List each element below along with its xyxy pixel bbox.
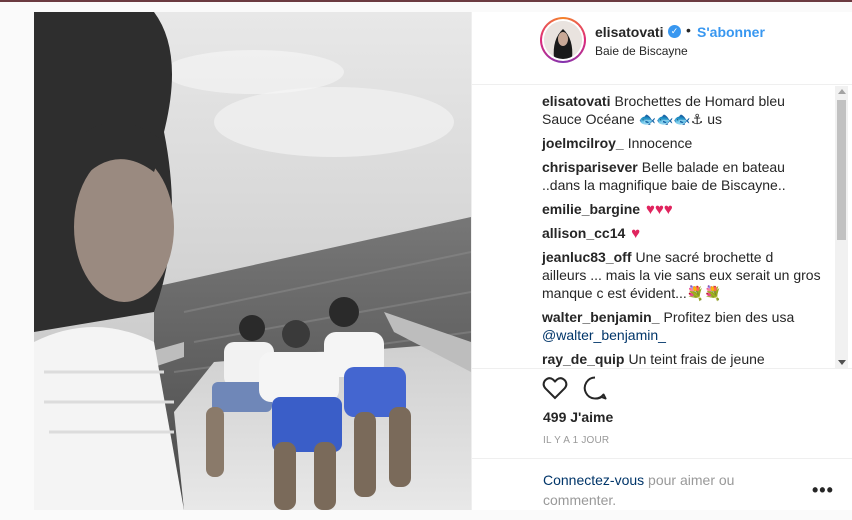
comment-username[interactable]: joelmcilroy_ — [542, 135, 624, 151]
comment-text: Belle balade en bateau — [641, 159, 785, 175]
comment-text: manque c est évident...💐💐 — [542, 285, 722, 301]
post-footer: Connectez-vous pour aimer ou commenter. … — [472, 458, 852, 510]
comment-item: jeanluc83_off Une sacré brochette d aille… — [542, 248, 827, 302]
comment-item: chrisparisever Belle balade en bateau ..d… — [542, 158, 827, 194]
scrollbar-thumb[interactable] — [837, 100, 846, 240]
red-heart-emoji: ♥ — [631, 225, 641, 242]
comment-item: allison_cc14 ♥ — [542, 224, 827, 243]
post-location[interactable]: Baie de Biscayne — [595, 44, 688, 58]
top-border — [0, 0, 852, 2]
comment-item: elisatovati Brochettes de Homard bleu Sau… — [542, 92, 827, 128]
comment-icon[interactable] — [582, 375, 608, 401]
scroll-up-arrow-icon[interactable] — [838, 89, 846, 94]
post-timestamp[interactable]: IL Y A 1 JOUR — [543, 435, 609, 446]
comment-text: ..dans la magnifique baie de Biscayne.. — [542, 177, 786, 193]
login-link[interactable]: Connectez-vous — [543, 472, 644, 488]
post-header: elisatovati ✓ • S'abonner Baie de Biscay… — [472, 12, 852, 85]
comment-mention-link[interactable]: @walter_benjamin_ — [542, 327, 666, 343]
comment-item: joelmcilroy_ Innocence — [542, 134, 827, 152]
comment-text: Brochettes de Homard bleu — [614, 93, 785, 109]
profile-avatar[interactable] — [540, 17, 586, 63]
comment-text: Un teint frais de jeune — [628, 351, 765, 367]
red-heart-emoji: ♥♥♥ — [646, 201, 673, 218]
follow-button[interactable]: S'abonner — [697, 24, 765, 40]
comment-text: ailleurs ... mais la vie sans eux serait… — [542, 267, 821, 283]
separator-dot: • — [686, 22, 691, 38]
comment-item: emilie_bargine ♥♥♥ — [542, 200, 827, 219]
comment-username[interactable]: chrisparisever — [542, 159, 638, 175]
more-options-icon[interactable]: ••• — [812, 481, 834, 499]
comment-username[interactable]: ray_de_quip — [542, 351, 624, 367]
comment-text: Sauce Océane 🐟🐟🐟⚓ us — [542, 111, 723, 127]
post-sidebar: elisatovati ✓ • S'abonner Baie de Biscay… — [471, 12, 852, 510]
post-photo[interactable] — [34, 12, 471, 510]
comment-username[interactable]: walter_benjamin_ — [542, 309, 660, 325]
comment-item: walter_benjamin_ Profitez bien des usa @w… — [542, 308, 827, 344]
comment-text: Innocence — [627, 135, 693, 151]
scroll-down-arrow-icon[interactable] — [838, 360, 846, 365]
heart-icon[interactable] — [542, 375, 568, 401]
post-username[interactable]: elisatovati — [595, 24, 663, 40]
comment-item: ray_de_quip Un teint frais de jeune — [542, 350, 827, 368]
comment-username[interactable]: elisatovati — [542, 93, 610, 109]
login-prompt: Connectez-vous pour aimer ou commenter. — [543, 470, 783, 510]
post-actions: 499 J'aime IL Y A 1 JOUR — [472, 368, 852, 458]
likes-count[interactable]: 499 J'aime — [543, 409, 613, 425]
verified-badge-icon: ✓ — [668, 25, 681, 38]
comment-username[interactable]: emilie_bargine — [542, 201, 640, 217]
comment-username[interactable]: jeanluc83_off — [542, 249, 631, 265]
photo-image — [34, 12, 471, 510]
comments-list[interactable]: elisatovati Brochettes de Homard bleu Sau… — [472, 86, 852, 368]
comment-username[interactable]: allison_cc14 — [542, 225, 625, 241]
avatar-image — [544, 21, 582, 59]
comments-scrollbar[interactable] — [835, 86, 848, 368]
comment-text: Profitez bien des usa — [663, 309, 795, 325]
comment-text: Une sacré brochette d — [635, 249, 774, 265]
